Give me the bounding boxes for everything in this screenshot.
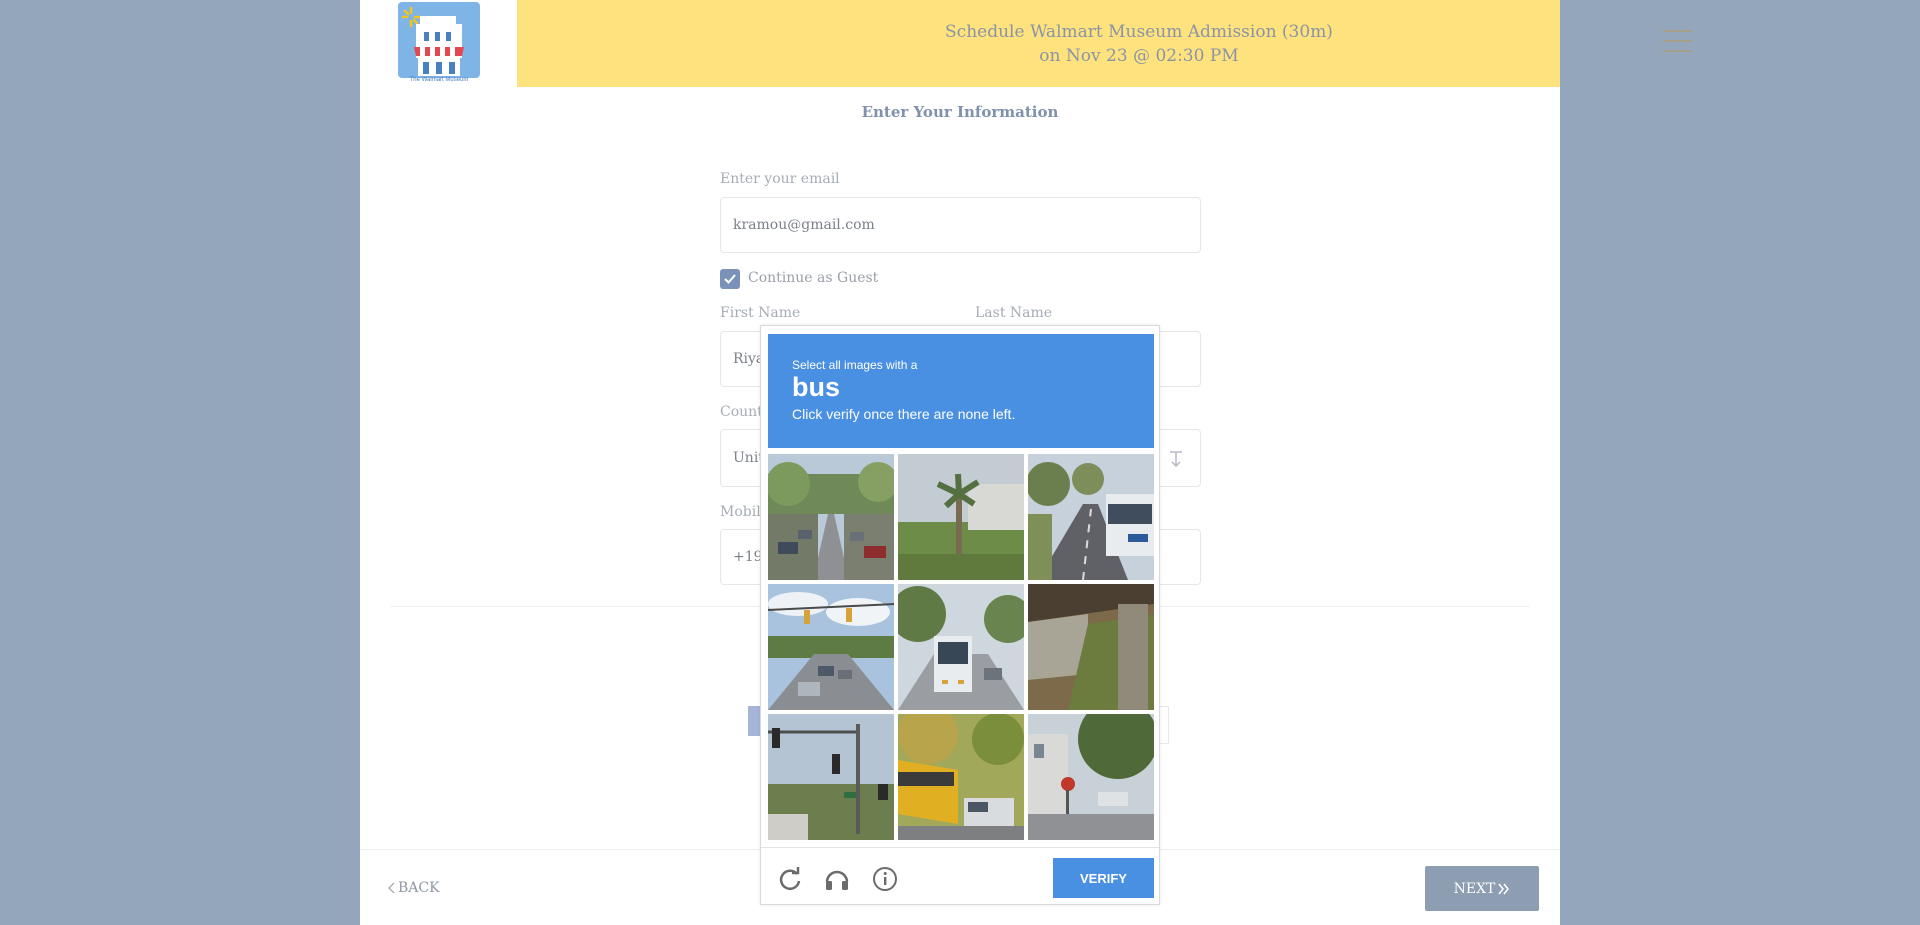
walmart-museum-logo[interactable]: The Walmart Museum [398, 2, 480, 86]
section-title: Enter Your Information [861, 103, 1059, 121]
captcha-dialog: Select all images with a bus Click verif… [760, 325, 1160, 905]
email-label: Enter your email [720, 171, 840, 187]
tile-palm-tree[interactable] [898, 454, 1024, 580]
guest-label[interactable]: Continue as Guest [748, 270, 878, 286]
captcha-header: Select all images with a bus Click verif… [768, 334, 1154, 448]
tile-overpass[interactable] [1028, 584, 1154, 710]
page-title: Schedule Walmart Museum Admission (30m) … [674, 20, 1604, 68]
guest-checkbox[interactable] [720, 269, 740, 289]
tile-traffic-signals[interactable] [768, 714, 894, 840]
captcha-footer-divider [761, 847, 1159, 848]
back-label: BACK [398, 880, 440, 896]
email-field[interactable]: kramou@gmail.com [720, 197, 1201, 253]
tile-school-bus[interactable] [898, 714, 1024, 840]
check-icon [724, 274, 736, 284]
captcha-subinstruction: Click verify once there are none left. [792, 406, 1016, 422]
info-icon[interactable] [872, 866, 898, 892]
tile-street-parked-cars[interactable] [768, 454, 894, 580]
next-button[interactable]: NEXT [1425, 866, 1539, 911]
header-bar: Schedule Walmart Museum Admission (30m) … [517, 0, 1691, 87]
audio-challenge-icon[interactable] [824, 866, 850, 892]
next-label: NEXT [1453, 880, 1496, 897]
double-chevron-right-icon [1498, 883, 1510, 894]
verify-button[interactable]: VERIFY [1053, 858, 1154, 898]
tile-road-with-bus[interactable] [1028, 454, 1154, 580]
captcha-instruction: Select all images with a [792, 358, 918, 372]
back-button[interactable]: BACK [388, 880, 440, 896]
tile-traffic-light-road[interactable] [768, 584, 894, 710]
first-name-label: First Name [720, 305, 801, 321]
chevron-left-icon [388, 882, 395, 894]
tile-street-corner[interactable] [1028, 714, 1154, 840]
logo-caption: The Walmart Museum [409, 77, 469, 83]
title-line2: on Nov 23 @ 02:30 PM [1039, 46, 1239, 66]
captcha-target: bus [792, 372, 841, 402]
tile-bus-on-road[interactable] [898, 584, 1024, 710]
last-name-label: Last Name [975, 305, 1053, 321]
refresh-icon[interactable] [777, 866, 803, 892]
hamburger-menu-icon[interactable] [1663, 30, 1691, 52]
title-line1: Schedule Walmart Museum Admission (30m) [945, 22, 1333, 42]
select-arrow-icon [1170, 451, 1182, 468]
